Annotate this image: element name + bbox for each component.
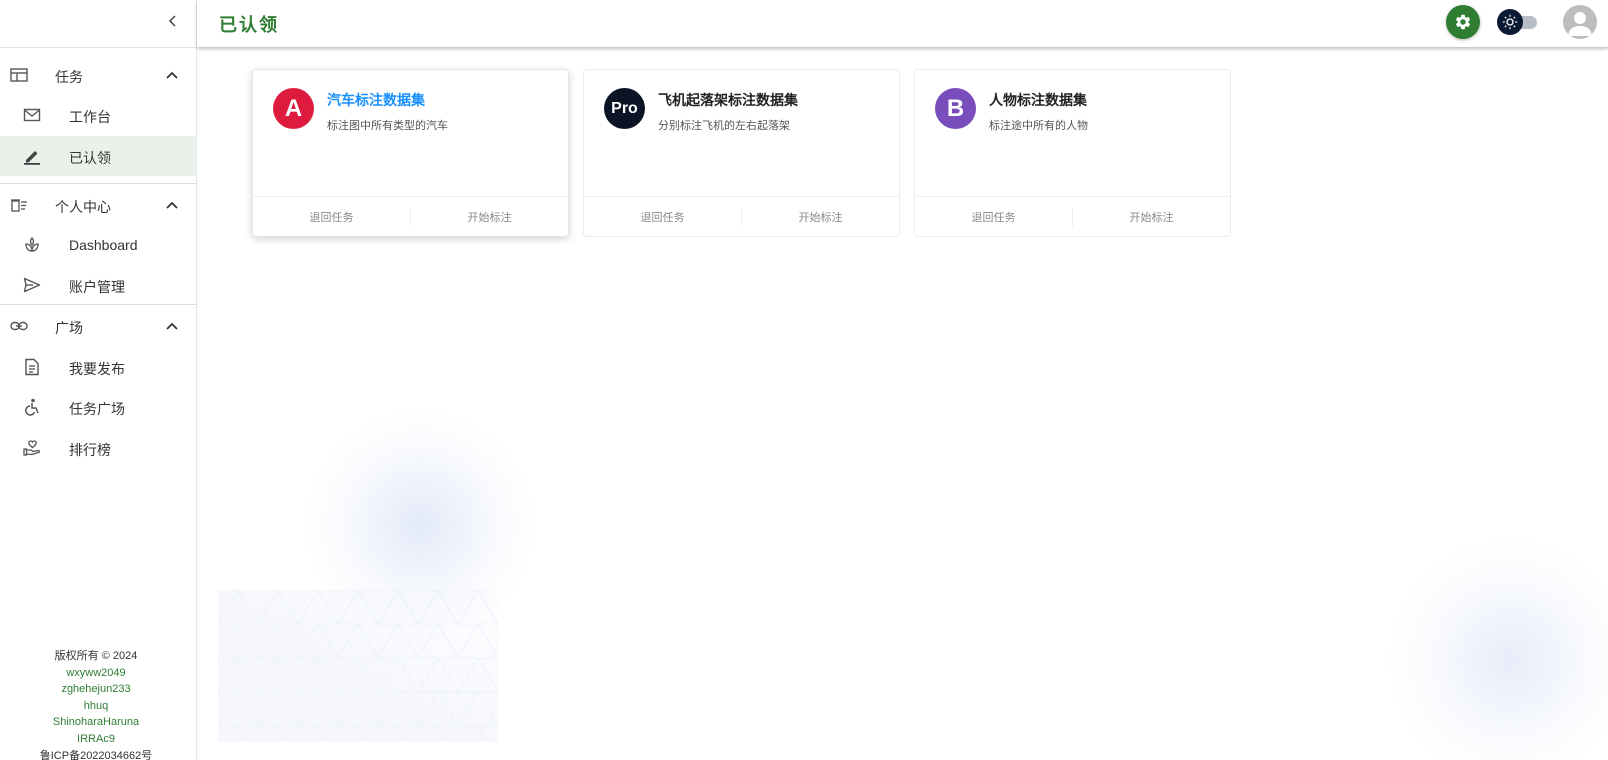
document-icon bbox=[25, 358, 39, 376]
delete-list-icon bbox=[11, 199, 27, 212]
sun-icon bbox=[1502, 14, 1518, 30]
chevron-left-icon bbox=[168, 15, 176, 27]
sidebar-footer: 版权所有 © 2024 wxyww2049 zghehejun233 hhuq … bbox=[0, 648, 192, 760]
top-bar: 已认领 bbox=[197, 0, 1608, 47]
user-avatar-icon bbox=[1568, 12, 1592, 36]
task-card[interactable]: Pro 飞机起落架标注数据集 分别标注飞机的左右起落架 退回任务 开始标注 bbox=[583, 69, 900, 237]
card-title[interactable]: 汽车标注数据集 bbox=[327, 90, 425, 110]
sidebar-item-label: Dashboard bbox=[69, 237, 138, 253]
accessibility-icon bbox=[25, 398, 39, 416]
card-title[interactable]: 人物标注数据集 bbox=[989, 90, 1087, 110]
icp-record-link[interactable]: 鲁ICP备2022034662号 bbox=[0, 748, 192, 760]
nav-group-plaza[interactable]: 广场 bbox=[0, 307, 197, 345]
chevron-up-icon bbox=[166, 322, 178, 330]
task-card[interactable]: B 人物标注数据集 标注途中所有的人物 退回任务 开始标注 bbox=[914, 69, 1231, 237]
card-actions: 退回任务 开始标注 bbox=[253, 196, 568, 236]
sidebar-item-leaderboard[interactable]: 排行榜 bbox=[0, 428, 197, 468]
logo-letter: Pro bbox=[611, 99, 638, 117]
spa-icon bbox=[25, 237, 39, 252]
page-title: 已认领 bbox=[219, 15, 279, 35]
toggle-knob bbox=[1497, 9, 1523, 35]
sidebar-item-workbench[interactable]: 工作台 bbox=[0, 95, 197, 135]
sidebar-item-label: 排行榜 bbox=[69, 442, 111, 458]
volunteer-heart-hand-icon bbox=[23, 440, 41, 456]
chevron-up-icon bbox=[166, 71, 178, 79]
card-description: 标注途中所有的人物 bbox=[989, 120, 1088, 132]
logo-letter: B bbox=[946, 94, 965, 122]
sidebar-item-label: 已认领 bbox=[69, 150, 111, 166]
mail-icon bbox=[23, 108, 41, 122]
return-task-button[interactable]: 退回任务 bbox=[915, 209, 1072, 225]
background-decoration bbox=[1380, 540, 1608, 760]
background-pattern bbox=[218, 590, 498, 742]
card-description: 分别标注飞机的左右起落架 bbox=[658, 120, 790, 132]
nav-group-label: 任务 bbox=[55, 69, 83, 85]
sidebar-item-label: 任务广场 bbox=[69, 401, 125, 417]
table-layout-icon bbox=[10, 68, 28, 82]
task-card[interactable]: A 汽车标注数据集 标注图中所有类型的汽车 退回任务 开始标注 bbox=[252, 69, 569, 237]
author-name: zghehejun233 bbox=[61, 683, 131, 696]
sidebar-item-label: 账户管理 bbox=[69, 279, 125, 295]
nav-group-label: 广场 bbox=[55, 320, 83, 336]
dataset-logo: Pro bbox=[604, 88, 645, 129]
return-task-button[interactable]: 退回任务 bbox=[253, 209, 410, 225]
sidebar-divider bbox=[0, 183, 197, 184]
link-icon bbox=[10, 321, 28, 331]
card-title[interactable]: 飞机起落架标注数据集 bbox=[658, 90, 798, 110]
author-name: ShinoharaHaruna bbox=[52, 716, 140, 729]
nav-group-personal[interactable]: 个人中心 bbox=[0, 186, 197, 224]
logo-letter: A bbox=[284, 94, 303, 122]
start-annotation-button[interactable]: 开始标注 bbox=[411, 209, 568, 225]
gear-icon bbox=[1455, 14, 1471, 30]
sidebar-item-account[interactable]: 账户管理 bbox=[0, 265, 197, 305]
author-name: hhuq bbox=[83, 699, 109, 712]
nav-group-label: 个人中心 bbox=[55, 199, 111, 215]
sidebar-item-publish[interactable]: 我要发布 bbox=[0, 347, 197, 387]
user-avatar[interactable] bbox=[1563, 5, 1597, 39]
card-actions: 退回任务 开始标注 bbox=[584, 196, 899, 236]
card-actions: 退回任务 开始标注 bbox=[915, 196, 1230, 236]
chevron-up-icon bbox=[166, 201, 178, 209]
author-name: wxyww2049 bbox=[66, 666, 126, 679]
copyright-text: 版权所有 © 2024 bbox=[54, 650, 138, 662]
pen-icon bbox=[24, 151, 40, 165]
sidebar-item-claimed[interactable]: 已认领 bbox=[0, 136, 197, 176]
sidebar-divider bbox=[0, 304, 197, 305]
start-annotation-button[interactable]: 开始标注 bbox=[742, 209, 899, 225]
sidebar-divider bbox=[0, 47, 197, 48]
send-icon bbox=[23, 277, 41, 293]
author-name: IRRAc9 bbox=[77, 732, 115, 745]
dataset-logo: A bbox=[273, 88, 314, 129]
sidebar: 任务 工作台 已认领 个人中心 Dashboard 账户管理 广场 我要发布 任… bbox=[0, 0, 197, 760]
settings-button[interactable] bbox=[1446, 5, 1480, 39]
sidebar-item-label: 我要发布 bbox=[69, 361, 125, 377]
nav-group-tasks[interactable]: 任务 bbox=[0, 56, 197, 94]
dataset-logo: B bbox=[935, 88, 976, 129]
collapse-sidebar-button[interactable] bbox=[162, 10, 184, 32]
start-annotation-button[interactable]: 开始标注 bbox=[1073, 209, 1230, 225]
sidebar-item-label: 工作台 bbox=[69, 109, 111, 125]
theme-toggle[interactable] bbox=[1497, 9, 1539, 35]
card-description: 标注图中所有类型的汽车 bbox=[327, 120, 448, 132]
sidebar-item-task-plaza[interactable]: 任务广场 bbox=[0, 387, 197, 427]
return-task-button[interactable]: 退回任务 bbox=[584, 209, 741, 225]
sidebar-item-dashboard[interactable]: Dashboard bbox=[0, 225, 197, 265]
